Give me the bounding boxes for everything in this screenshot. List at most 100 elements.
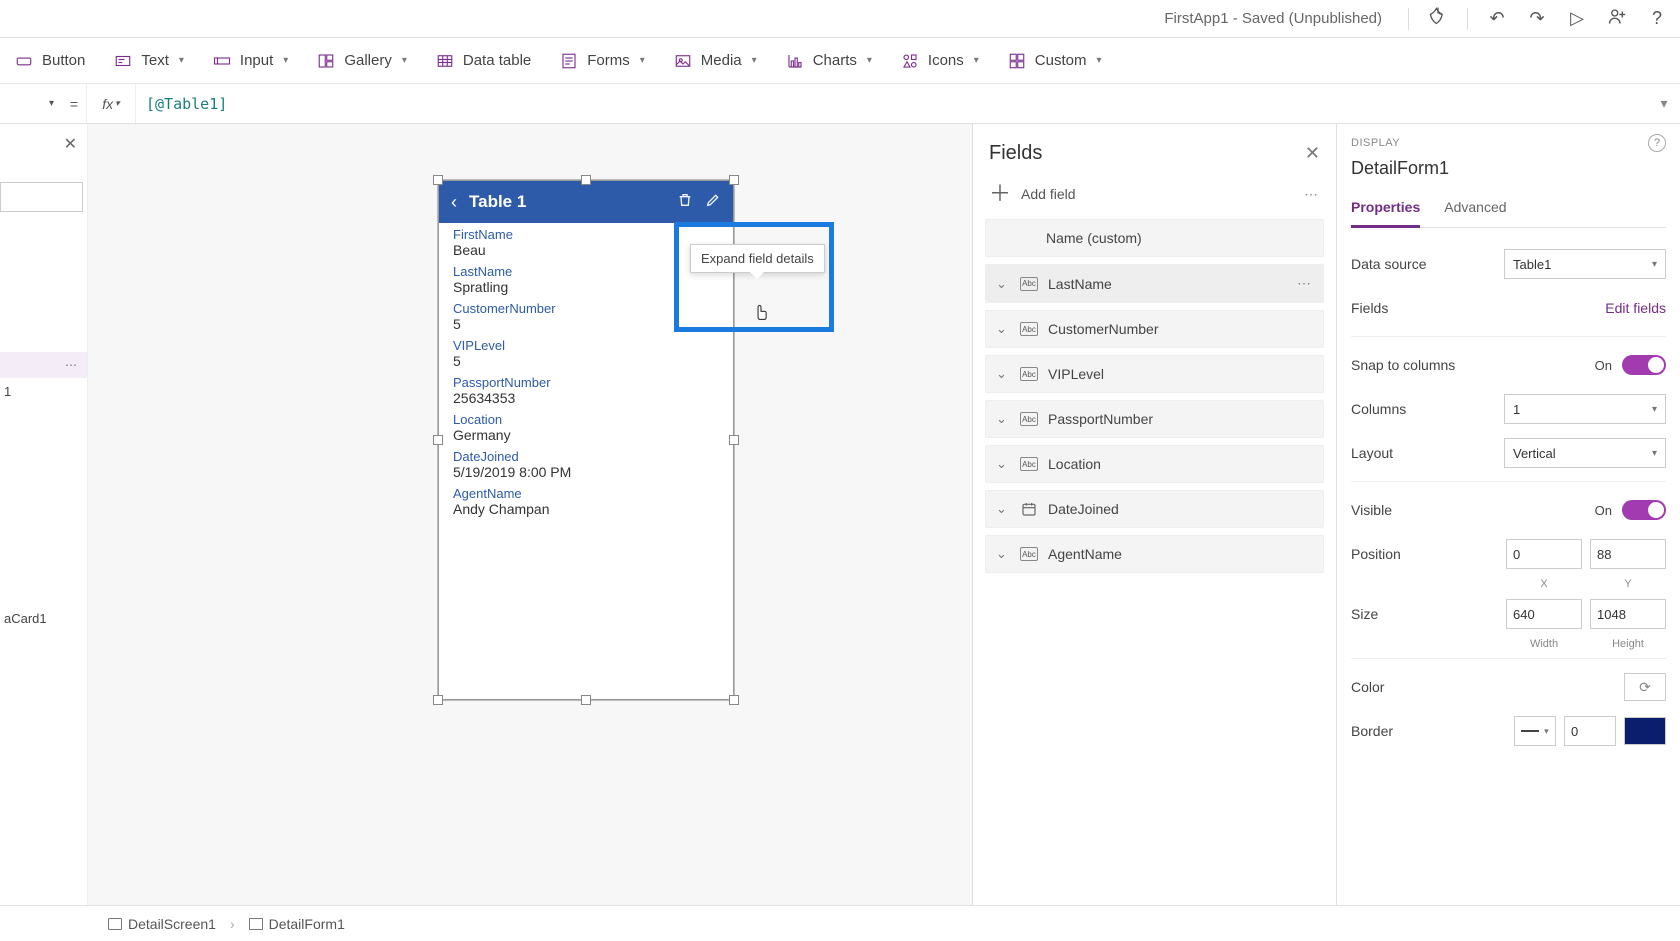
form-title: Table 1 xyxy=(469,192,665,212)
field-item[interactable]: ⌄ Abc VIPLevel xyxy=(985,355,1324,393)
date-type-icon xyxy=(1020,502,1038,516)
insert-media[interactable]: Media▾ xyxy=(673,51,757,71)
size-height-input[interactable]: 1048 xyxy=(1590,599,1666,629)
tree-view-panel: ✕ ⋯ 1 aCard1 xyxy=(0,124,88,905)
columns-select[interactable]: 1▾ xyxy=(1504,394,1666,424)
title-bar: FirstApp1 - Saved (Unpublished) ↶ ↷ ▷ ? xyxy=(0,0,1680,38)
form-header: ‹ Table 1 xyxy=(439,181,733,223)
prop-snap-label: Snap to columns xyxy=(1351,357,1455,373)
crumb-screen[interactable]: DetailScreen1 xyxy=(100,913,224,935)
insert-ribbon: Button Text▾ Input▾ Gallery▾ Data table … xyxy=(0,38,1680,84)
text-type-icon: Abc xyxy=(1020,367,1038,381)
color-reset-icon[interactable]: ⟳ xyxy=(1624,673,1666,701)
chevron-down-icon[interactable]: ⌄ xyxy=(996,546,1010,562)
tree-item-datacard[interactable]: aCard1 xyxy=(0,605,87,632)
fields-pane: Fields ✕ ＋ Add field ⋯ Name (custom) ⌄ A… xyxy=(972,124,1336,905)
tree-item-selected[interactable]: ⋯ xyxy=(0,352,87,378)
property-selector[interactable]: ▾ xyxy=(0,98,62,109)
form-icon xyxy=(249,918,263,930)
text-type-icon: Abc xyxy=(1020,547,1038,561)
button-icon xyxy=(14,51,34,71)
data-source-select[interactable]: Table1▾ xyxy=(1504,249,1666,279)
chevron-down-icon[interactable]: ⌄ xyxy=(996,276,1010,292)
chevron-down-icon[interactable]: ⌄ xyxy=(996,456,1010,472)
prop-color-label: Color xyxy=(1351,679,1384,695)
field-item[interactable]: ⌄ Abc Location xyxy=(985,445,1324,483)
back-icon[interactable]: ‹ xyxy=(451,192,457,213)
text-type-icon: Abc xyxy=(1020,412,1038,426)
play-icon[interactable]: ▷ xyxy=(1566,8,1588,29)
field-list: Name (custom) ⌄ Abc LastName ⋯ ⌄ Abc Cus… xyxy=(985,219,1324,573)
field-item[interactable]: ⌄ Abc PassportNumber xyxy=(985,400,1324,438)
chevron-down-icon[interactable]: ⌄ xyxy=(996,321,1010,337)
tree-search-input[interactable] xyxy=(0,182,83,212)
selected-control-name: DetailForm1 xyxy=(1351,156,1666,189)
size-width-input[interactable]: 640 xyxy=(1506,599,1582,629)
add-field-button[interactable]: ＋ Add field xyxy=(989,183,1076,205)
insert-gallery[interactable]: Gallery▾ xyxy=(316,51,407,71)
cursor-icon xyxy=(752,304,770,331)
field-item-lastname[interactable]: ⌄ Abc LastName ⋯ xyxy=(985,264,1324,303)
fields-pane-more-icon[interactable]: ⋯ xyxy=(1304,186,1320,203)
border-color-swatch[interactable] xyxy=(1624,717,1666,745)
plus-icon: ＋ xyxy=(989,183,1011,205)
properties-pane: DISPLAY ? DetailForm1 Properties Advance… xyxy=(1336,124,1680,905)
text-type-icon: Abc xyxy=(1020,322,1038,336)
field-item[interactable]: Name (custom) xyxy=(985,219,1324,257)
border-width-input[interactable]: 0 xyxy=(1564,716,1616,746)
close-fields-pane-icon[interactable]: ✕ xyxy=(1305,143,1320,164)
chevron-down-icon[interactable]: ⌄ xyxy=(996,366,1010,382)
chevron-down-icon[interactable]: ⌄ xyxy=(996,501,1010,517)
insert-button[interactable]: Button xyxy=(14,51,85,71)
insert-text[interactable]: Text▾ xyxy=(113,51,184,71)
app-title: FirstApp1 - Saved (Unpublished) xyxy=(1164,10,1382,27)
share-icon[interactable] xyxy=(1606,7,1628,30)
field-item[interactable]: ⌄ Abc CustomerNumber xyxy=(985,310,1324,348)
input-icon xyxy=(212,51,232,71)
insert-data-table[interactable]: Data table xyxy=(435,51,531,71)
visible-toggle[interactable] xyxy=(1622,500,1666,520)
fx-button[interactable]: fx▾ xyxy=(86,84,136,123)
undo-icon[interactable]: ↶ xyxy=(1486,8,1508,29)
insert-input[interactable]: Input▾ xyxy=(212,51,288,71)
equals-label: = xyxy=(62,96,86,112)
position-y-input[interactable]: 88 xyxy=(1590,539,1666,569)
canvas[interactable]: ‹ Table 1 FirstNameBeau LastNameSpratlin… xyxy=(88,124,972,905)
field-more-icon[interactable]: ⋯ xyxy=(1297,275,1313,292)
insert-icons[interactable]: Icons▾ xyxy=(900,51,979,71)
tree-item-form[interactable]: 1 xyxy=(0,378,87,405)
layout-select[interactable]: Vertical▾ xyxy=(1504,438,1666,468)
app-checker-icon[interactable] xyxy=(1427,6,1449,31)
tab-advanced[interactable]: Advanced xyxy=(1444,193,1506,227)
insert-charts[interactable]: Charts▾ xyxy=(785,51,872,71)
redo-icon[interactable]: ↷ xyxy=(1526,8,1548,29)
forms-icon xyxy=(559,51,579,71)
screen-icon xyxy=(108,918,122,930)
tree-item-more-icon[interactable]: ⋯ xyxy=(65,358,83,372)
expand-formula-icon[interactable]: ▾ xyxy=(1648,95,1680,112)
properties-tabs: Properties Advanced xyxy=(1351,193,1666,228)
tab-properties[interactable]: Properties xyxy=(1351,193,1420,228)
border-style-select[interactable]: ▾ xyxy=(1514,716,1556,746)
crumb-form[interactable]: DetailForm1 xyxy=(241,913,353,935)
close-tree-icon[interactable]: ✕ xyxy=(0,124,87,154)
snap-toggle[interactable] xyxy=(1622,355,1666,375)
prop-position-label: Position xyxy=(1351,546,1401,562)
media-icon xyxy=(673,51,693,71)
properties-help-icon[interactable]: ? xyxy=(1648,134,1666,152)
edit-icon[interactable] xyxy=(705,192,721,213)
edit-fields-link[interactable]: Edit fields xyxy=(1605,300,1666,316)
help-icon[interactable]: ? xyxy=(1646,8,1668,29)
field-item[interactable]: ⌄ Abc AgentName xyxy=(985,535,1324,573)
form-body: FirstNameBeau LastNameSpratling Customer… xyxy=(439,223,733,519)
field-item[interactable]: ⌄ DateJoined xyxy=(985,490,1324,528)
fields-pane-title: Fields xyxy=(989,142,1042,165)
insert-forms[interactable]: Forms▾ xyxy=(559,51,645,71)
position-x-input[interactable]: 0 xyxy=(1506,539,1582,569)
formula-input[interactable]: [@Table1] xyxy=(136,95,1648,113)
insert-custom[interactable]: Custom▾ xyxy=(1007,51,1102,71)
prop-layout-label: Layout xyxy=(1351,445,1393,461)
prop-data-source-label: Data source xyxy=(1351,256,1426,272)
chevron-down-icon[interactable]: ⌄ xyxy=(996,411,1010,427)
delete-icon[interactable] xyxy=(677,192,693,213)
